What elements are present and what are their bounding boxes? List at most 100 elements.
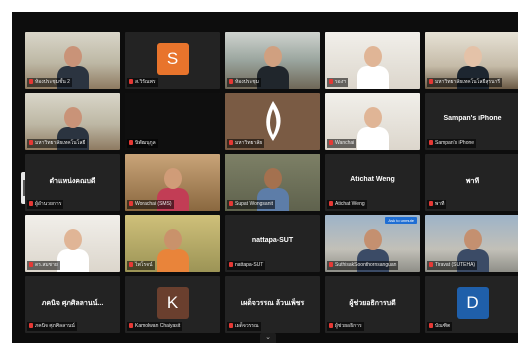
mic-muted-icon (329, 201, 333, 207)
participant-name-text: นิพัฒนุกูล (135, 140, 156, 146)
participant-tile[interactable]: Atichat Weng Atichat Weng (325, 154, 420, 211)
participant-display-name: เผด็จวรรณ ล้วนเพ็ชร (240, 300, 305, 307)
participant-name-text: Worachai (SMS) (135, 201, 172, 207)
mic-muted-icon (329, 140, 333, 146)
participant-tile[interactable]: Supat Wongsanit (225, 154, 320, 211)
participant-tile[interactable]: S ส.วิรัณพร (125, 32, 220, 89)
ask-to-unmute-button[interactable]: Ask to unmute (385, 217, 417, 224)
mic-muted-icon (229, 79, 233, 85)
participant-tile[interactable]: D บัณฑิต (425, 276, 518, 333)
participant-name-text: ภคนิจ ศุภศิลลานน์ (35, 323, 75, 329)
mic-muted-icon (129, 201, 133, 207)
participant-tile[interactable]: มหาวิทยาลัยเทคโนโลยี (25, 93, 120, 150)
participant-tile[interactable]: Wanchai (325, 93, 420, 150)
participant-figure (355, 103, 391, 150)
participant-tile[interactable]: ห้องประชุมชั้น 2 (25, 32, 120, 89)
participant-name-text: มหาวิทยาลัย (235, 140, 263, 146)
participant-name-label: ผู้อำนวยการ (27, 200, 64, 209)
participant-tile[interactable]: nattapa-SUT nattapa-SUT (225, 215, 320, 272)
participant-tile[interactable]: นิพัฒนุกูล (125, 93, 220, 150)
participant-name-text: Tiravat (SUTEHA) (435, 262, 476, 268)
participant-name-text: มหาวิทยาลัยเทคโนโลยีสุรนารี (435, 79, 501, 85)
mic-muted-icon (429, 323, 433, 329)
participant-name-text: Wanchai (335, 140, 355, 146)
participant-name-label: เผด็จวรรณ (227, 322, 261, 331)
participant-name-text: บัณฑิต (435, 323, 451, 329)
mic-muted-icon (29, 262, 33, 268)
participant-name-text: ดร.สมชาย (35, 262, 58, 268)
participant-name-text: เผด็จวรรณ (235, 323, 259, 329)
participant-display-name: Sampan's iPhone (443, 115, 502, 122)
mic-muted-icon (429, 262, 433, 268)
participant-name-label: พาที (427, 200, 447, 209)
mic-muted-icon (329, 323, 333, 329)
participant-name-text: SuthisakSoonthornsanguan (335, 262, 397, 268)
chevron-down-icon[interactable]: ⌄ (260, 333, 276, 343)
participant-name-label: รองฯ (327, 78, 348, 87)
mic-muted-icon (329, 262, 333, 268)
participant-figure (355, 42, 391, 89)
mic-muted-icon (29, 140, 33, 146)
participant-tile[interactable]: มหาวิทยาลัยเทคโนโลยีสุรนารี (425, 32, 518, 89)
participant-name-label: ไพโรจน์ (127, 261, 155, 270)
participant-name-label: nattapa-SUT (227, 261, 266, 270)
mic-muted-icon (229, 140, 233, 146)
mic-muted-icon (229, 323, 233, 329)
participant-tile[interactable]: ผู้ช่วยอธิการบดีผู้ช่วยอธิการ (325, 276, 420, 333)
participant-tile[interactable]: ภคนิจ ศุภศิลลานน์... ภคนิจ ศุภศิลลานน์ (25, 276, 120, 333)
participant-name-label: Sampan's iPhone (427, 139, 477, 148)
participant-name-text: มหาวิทยาลัยเทคโนโลยี (35, 140, 86, 146)
mic-muted-icon (29, 79, 33, 85)
participant-tile[interactable]: Sampan's iPhone Sampan's iPhone (425, 93, 518, 150)
participant-display-name: ภคนิจ ศุภศิลลานน์... (41, 300, 104, 307)
mic-muted-icon (229, 201, 233, 207)
participant-name-text: Atichat Weng (335, 201, 365, 207)
participant-tile[interactable]: K Kamolwan Chaiyasit (125, 276, 220, 333)
participant-name-label: Wanchai (327, 139, 357, 148)
meeting-window: ห้องประชุมชั้น 2 S ส.วิรัณพรห้องประชุม รองฯ… (12, 12, 518, 343)
participant-figure (55, 225, 91, 272)
participant-name-label: ภคนิจ ศุภศิลลานน์ (27, 322, 77, 331)
participant-name-label: นิพัฒนุกูล (127, 139, 158, 148)
participant-name-text: ไพโรจน์ (135, 262, 153, 268)
participant-tile[interactable]: พาที พาที (425, 154, 518, 211)
participant-name-text: ผู้อำนวยการ (35, 201, 62, 207)
participant-tile[interactable]: มหาวิทยาลัย (225, 93, 320, 150)
participant-figure (155, 225, 191, 272)
participant-name-label: Worachai (SMS) (127, 200, 174, 209)
participant-name-text: รองฯ (335, 79, 346, 85)
participant-name-label: Supat Wongsanit (227, 200, 275, 209)
participant-tile[interactable]: ห้องประชุม (225, 32, 320, 89)
participant-name-label: ผู้ช่วยอธิการ (327, 322, 364, 331)
participant-tile[interactable]: ตำแหน่งคณบดี ผู้อำนวยการ (25, 154, 120, 211)
participant-tile[interactable]: ดร.สมชาย (25, 215, 120, 272)
participant-display-name: ผู้ช่วยอธิการบดี (349, 300, 396, 307)
participant-name-label: ดร.สมชาย (27, 261, 60, 270)
participant-name-text: ผู้ช่วยอธิการ (335, 323, 362, 329)
participant-tile[interactable]: ไพโรจน์ (125, 215, 220, 272)
participant-name-label: บัณฑิต (427, 322, 453, 331)
participant-display-name: พาที (465, 178, 480, 185)
participant-name-text: ส.วิรัณพร (135, 79, 156, 85)
mic-muted-icon (429, 201, 433, 207)
mic-muted-icon (129, 79, 133, 85)
mic-muted-icon (429, 79, 433, 85)
participant-name-text: ห้องประชุมชั้น 2 (35, 79, 70, 85)
participant-name-label: Atichat Weng (327, 200, 367, 209)
participant-tile[interactable]: Ask to unmute SuthisakSoonthornsanguan (325, 215, 420, 272)
participant-name-text: ห้องประชุม (235, 79, 259, 85)
participant-name-label: SuthisakSoonthornsanguan (327, 261, 399, 270)
participant-name-label: ส.วิรัณพร (127, 78, 158, 87)
participant-name-text: Kamolwan Chaiyasit (135, 323, 181, 329)
participant-gallery: ห้องประชุมชั้น 2 S ส.วิรัณพรห้องประชุม รองฯ… (25, 32, 518, 337)
participant-name-label: มหาวิทยาลัยเทคโนโลยีสุรนารี (427, 78, 503, 87)
participant-tile[interactable]: เผด็จวรรณ ล้วนเพ็ชรเผด็จวรรณ (225, 276, 320, 333)
participant-tile[interactable]: รองฯ (325, 32, 420, 89)
mic-muted-icon (129, 323, 133, 329)
participant-tile[interactable]: Worachai (SMS) (125, 154, 220, 211)
participant-name-label: Tiravat (SUTEHA) (427, 261, 478, 270)
participant-display-name: Atichat Weng (350, 176, 395, 183)
participant-tile[interactable]: Tiravat (SUTEHA) (425, 215, 518, 272)
mic-muted-icon (29, 201, 33, 207)
participant-name-text: Sampan's iPhone (435, 140, 475, 146)
